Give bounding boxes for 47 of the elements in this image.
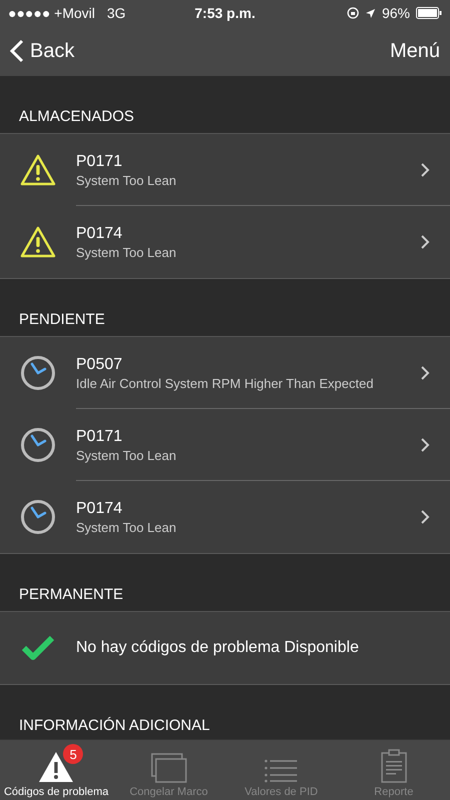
back-button[interactable]: Back — [10, 39, 74, 63]
chevron-right-icon — [420, 365, 430, 381]
trouble-code-row[interactable]: P0174 System Too Lean — [0, 206, 450, 278]
code-description: System Too Lean — [76, 172, 178, 188]
section-header: PERMANENTE — [19, 586, 124, 603]
chevron-right-icon — [420, 437, 430, 453]
rotation-lock-icon — [346, 7, 359, 19]
tab-button[interactable]: 5 Códigos de problema — [0, 740, 112, 800]
clock-icon — [20, 499, 56, 535]
menu-button[interactable]: Menú — [390, 40, 440, 62]
empty-message: No hay códigos de problema Disponible — [76, 639, 360, 657]
code-description: System Too Lean — [76, 520, 178, 534]
frames-icon — [150, 753, 187, 783]
warning-icon — [38, 751, 74, 783]
chevron-right-icon — [420, 234, 430, 250]
code-label: P0174 — [76, 500, 124, 518]
code-description: Idle Air Control System RPM Higher Than Expected — [76, 376, 374, 390]
clock-icon — [20, 355, 56, 391]
checkmark-icon — [21, 635, 55, 661]
battery-icon — [416, 7, 442, 19]
clock-icon — [20, 427, 56, 463]
chevron-right-icon — [420, 509, 430, 525]
code-description: System Too Lean — [76, 244, 178, 260]
code-description: System Too Lean — [76, 448, 178, 462]
count-badge: 5 — [63, 744, 84, 764]
code-label: P0507 — [76, 356, 124, 374]
trouble-code-row[interactable]: P0171 System Too Lean — [0, 134, 450, 206]
section-header: PENDIENTE — [19, 311, 105, 328]
code-label: P0174 — [76, 224, 124, 242]
warning-icon — [20, 226, 56, 258]
section-header: INFORMACIÓN ADICIONAL — [19, 717, 210, 734]
code-label: P0171 — [76, 428, 124, 446]
network-type: 3G — [107, 5, 126, 21]
clock-time: 7:53 p.m. — [194, 5, 256, 21]
chevron-left-icon — [10, 39, 24, 63]
trouble-code-row[interactable]: P0174 System Too Lean — [0, 481, 450, 553]
trouble-code-row[interactable]: P0507 Idle Air Control System RPM Higher Than Expected — [0, 337, 450, 409]
code-label: P0171 — [76, 152, 124, 170]
warning-icon — [20, 154, 56, 186]
list-icon — [264, 759, 298, 783]
clipboard-icon — [380, 749, 407, 783]
section-header: ALMACENADOS — [19, 108, 134, 125]
chevron-right-icon — [420, 162, 430, 178]
carrier-name: ●●●●● +Movil — [8, 5, 96, 21]
location-arrow-icon — [364, 8, 376, 18]
battery-percent: 96% — [382, 5, 410, 21]
trouble-code-row[interactable]: P0171 System Too Lean — [0, 409, 450, 481]
